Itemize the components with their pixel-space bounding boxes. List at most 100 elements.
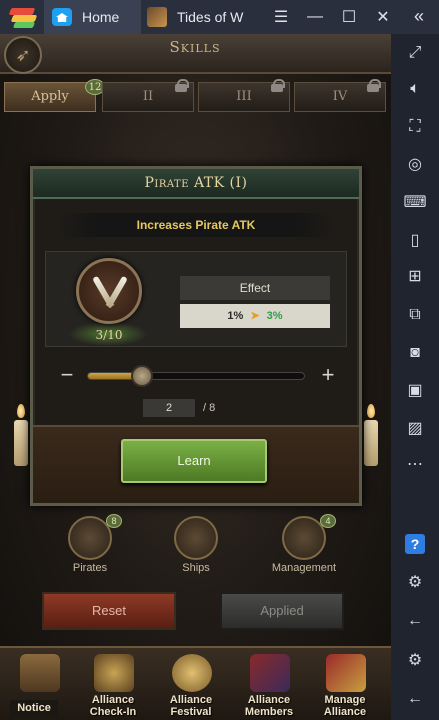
menu-icon[interactable]: ☰ xyxy=(264,7,298,27)
tab-game-label: Tides of W xyxy=(177,9,244,25)
skill-info-panel: 3/10 Effect 1% ➤ 3% xyxy=(45,251,347,347)
tier-tab-4[interactable]: IV xyxy=(294,79,386,112)
collapse-sidebar-icon[interactable]: « xyxy=(407,6,431,27)
keyboard-icon[interactable]: ⌨ xyxy=(403,192,427,214)
back-button[interactable]: ➶ xyxy=(4,36,42,74)
notice-board-icon xyxy=(20,654,60,692)
crossed-swords-icon xyxy=(76,258,142,324)
nav-label: Alliance Check-In xyxy=(89,694,137,718)
flame-right xyxy=(367,404,375,418)
festival-emblem-icon xyxy=(172,654,212,692)
tier-tab-label: Apply xyxy=(31,89,69,104)
skill-description: Increases Pirate ATK xyxy=(55,213,337,237)
folder-icon[interactable]: ⧉ xyxy=(403,304,427,326)
arrow-right-icon: ➤ xyxy=(250,310,260,322)
nav-label: Alliance Members xyxy=(244,694,294,718)
game-viewport: ➶ Skills Apply 12 II III IV Pirate ATK (… xyxy=(0,34,391,720)
count-input[interactable]: 2 xyxy=(143,399,195,417)
minus-button[interactable]: − xyxy=(59,364,75,387)
lock-icon xyxy=(367,79,381,92)
minimize-icon[interactable]: — xyxy=(298,8,332,26)
ship-icon xyxy=(174,516,218,560)
tier-tab-3[interactable]: III xyxy=(198,79,290,112)
tier-tab-apply[interactable]: Apply 12 xyxy=(4,79,105,112)
skill-dialog: Pirate ATK (I) Increases Pirate ATK 3/10… xyxy=(30,166,362,506)
plus-button[interactable]: + xyxy=(319,364,337,387)
next-effect: 3% xyxy=(266,310,283,322)
nav-alliance-festival[interactable]: Alliance Festival xyxy=(152,654,230,720)
learn-area: Learn xyxy=(33,425,359,503)
dialog-title: Pirate ATK (I) xyxy=(144,175,248,191)
feather-back-icon: ➶ xyxy=(15,45,31,65)
maximize-icon[interactable]: ☐ xyxy=(332,7,366,27)
nav-notice[interactable]: Notice xyxy=(0,654,78,720)
count-max: / 8 xyxy=(203,402,216,414)
tab-home-label: Home xyxy=(82,9,120,25)
volume-icon[interactable]: 🔈︎ xyxy=(403,78,427,100)
tier-tab-label: IV xyxy=(332,89,348,104)
skills-header: ➶ Skills xyxy=(0,34,391,74)
reset-button[interactable]: Reset xyxy=(42,592,176,630)
image-icon[interactable]: ▨ xyxy=(403,418,427,440)
level-slider-row: − + xyxy=(55,364,337,387)
action-row: Reset Applied xyxy=(0,590,391,634)
category-badge: 8 xyxy=(106,514,122,528)
candle-right xyxy=(364,420,378,466)
nav-alliance-check-in[interactable]: Alliance Check-In xyxy=(74,654,152,720)
gamepad-icon[interactable]: ⊞ xyxy=(403,266,427,288)
camera-icon[interactable]: ◙ xyxy=(403,342,427,364)
tier-tabs: Apply 12 II III IV xyxy=(0,79,391,116)
eye-off-icon[interactable]: ◎ xyxy=(403,154,427,176)
video-icon[interactable]: ▣ xyxy=(403,380,427,402)
bluestacks-logo-icon xyxy=(8,5,38,29)
slider-handle[interactable] xyxy=(131,365,153,387)
screenshot-area-icon[interactable]: ⛶ xyxy=(403,116,427,138)
bluestacks-window: Home Tides of W ☰ — ☐ ✕ « ⤢ 🔈︎ ⛶ ◎ ⌨ ▯ ⊞… xyxy=(0,0,439,720)
skill-level: 3/10 xyxy=(95,328,123,342)
category-label: Management xyxy=(271,562,337,574)
category-ships[interactable]: Ships xyxy=(146,516,246,576)
members-flag-icon xyxy=(250,654,290,692)
expand-icon[interactable]: ⤢ xyxy=(403,42,427,64)
check-in-icon xyxy=(94,654,134,692)
category-pirates[interactable]: 8 Pirates xyxy=(40,514,140,576)
bottom-nav: Notice Alliance Check-In Alliance Festiv… xyxy=(0,646,391,720)
nav-label: Notice xyxy=(10,700,58,716)
phone-icon[interactable]: ▯ xyxy=(403,230,427,252)
help-icon[interactable]: ? xyxy=(405,534,425,554)
effect-label: Effect xyxy=(180,276,330,300)
category-label: Ships xyxy=(182,562,210,574)
dialog-header: Pirate ATK (I) xyxy=(33,169,359,199)
title-bar: Home Tides of W ☰ — ☐ ✕ « xyxy=(0,0,439,34)
tier-tab-2[interactable]: II xyxy=(102,79,194,112)
candle-left xyxy=(14,420,28,466)
home-icon xyxy=(52,8,72,26)
applied-button[interactable]: Applied xyxy=(220,592,344,630)
settings-icon-bottom[interactable]: ⚙ xyxy=(403,650,427,672)
category-management[interactable]: 4 Management xyxy=(254,514,354,576)
learn-button[interactable]: Learn xyxy=(121,439,267,483)
nav-label: Alliance Festival xyxy=(169,694,213,718)
close-icon[interactable]: ✕ xyxy=(366,7,400,27)
tier-tab-label: II xyxy=(142,89,154,104)
effect-values: 1% ➤ 3% xyxy=(180,304,330,328)
more-icon[interactable]: ⋯ xyxy=(403,454,427,476)
flame-left xyxy=(17,404,25,418)
category-badge: 4 xyxy=(320,514,336,528)
count-row: 2 / 8 xyxy=(143,399,253,421)
back-arrow-icon[interactable]: ← xyxy=(403,610,427,632)
tab-home[interactable]: Home xyxy=(44,0,140,34)
level-slider[interactable] xyxy=(87,365,305,387)
game-app-icon xyxy=(147,7,167,27)
nav-label: Manage Alliance xyxy=(323,694,367,718)
tier-tab-label: III xyxy=(236,89,252,104)
page-title: Skills xyxy=(169,38,221,56)
settings-icon[interactable]: ⚙ xyxy=(403,572,427,594)
nav-alliance-members[interactable]: Alliance Members xyxy=(230,654,308,720)
manage-flag-icon xyxy=(326,654,366,692)
tab-game[interactable]: Tides of W xyxy=(140,0,258,34)
nav-manage-alliance[interactable]: Manage Alliance xyxy=(306,654,384,720)
current-effect: 1% xyxy=(227,310,244,322)
right-sidebar: ⤢ 🔈︎ ⛶ ◎ ⌨ ▯ ⊞ ⧉ ◙ ▣ ▨ ⋯ ? ⚙ ← ⚙ ← xyxy=(391,34,439,720)
back-arrow-icon-bottom[interactable]: ← xyxy=(403,688,427,710)
